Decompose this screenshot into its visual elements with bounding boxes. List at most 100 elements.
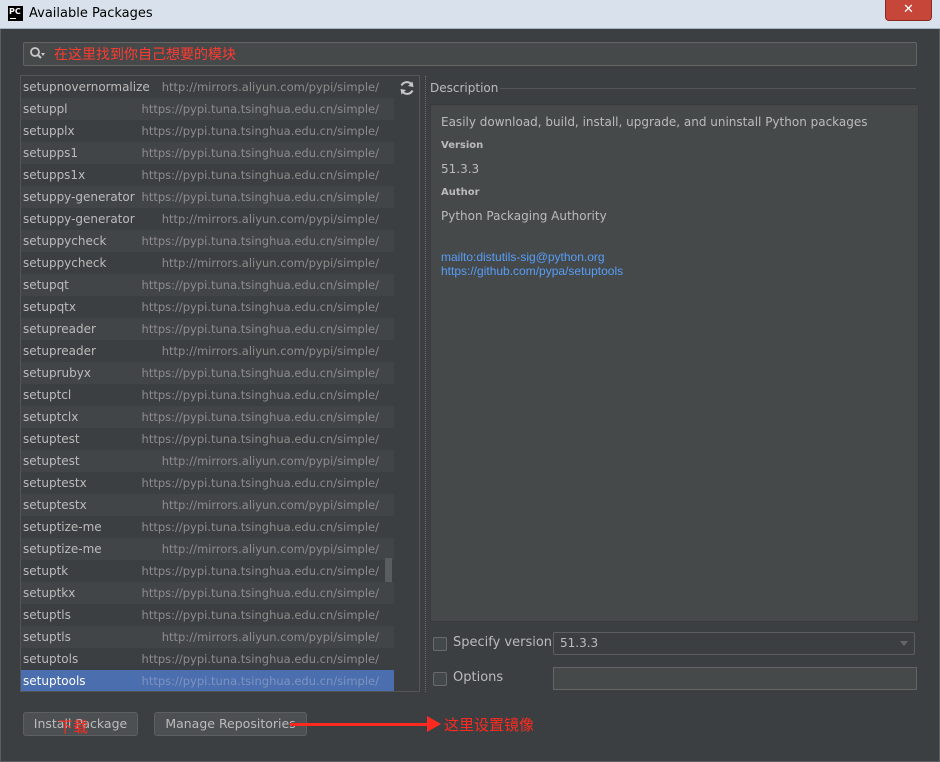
package-repository: https://pypi.tuna.tsinghua.edu.cn/simple… bbox=[141, 410, 379, 424]
package-repository: https://pypi.tuna.tsinghua.edu.cn/simple… bbox=[141, 102, 379, 116]
list-item[interactable]: setupps1 https://pypi.tuna.tsinghua.edu.c… bbox=[21, 142, 394, 164]
version-value: 51.3.3 bbox=[441, 162, 480, 176]
list-item[interactable]: setuprubyx https://pypi.tuna.tsinghua.edu… bbox=[21, 362, 394, 384]
package-repository: https://pypi.tuna.tsinghua.edu.cn/simple… bbox=[141, 432, 379, 446]
package-repository: https://pypi.tuna.tsinghua.edu.cn/simple… bbox=[141, 652, 379, 666]
repository-annotation: 这里设置镜像 bbox=[444, 716, 535, 734]
title-bar: PC Available Packages ✕ bbox=[0, 0, 940, 29]
package-name: setuppycheck bbox=[23, 234, 107, 248]
package-name: setuprubyx bbox=[23, 366, 91, 380]
list-item[interactable]: setuptize-me https://pypi.tuna.tsinghua.e… bbox=[21, 516, 394, 538]
package-repository: https://pypi.tuna.tsinghua.edu.cn/simple… bbox=[141, 300, 379, 314]
package-repository: http://mirrors.aliyun.com/pypi/simple/ bbox=[161, 454, 379, 468]
package-summary: Easily download, build, install, upgrade… bbox=[441, 115, 868, 129]
package-repository: https://pypi.tuna.tsinghua.edu.cn/simple… bbox=[141, 476, 379, 490]
list-item[interactable]: setuptk https://pypi.tuna.tsinghua.edu.cn… bbox=[21, 560, 394, 582]
splitter[interactable] bbox=[425, 76, 426, 692]
list-item[interactable]: setuptclx https://pypi.tuna.tsinghua.edu.… bbox=[21, 406, 394, 428]
package-name: setuptools bbox=[23, 674, 86, 688]
package-repository: http://mirrors.aliyun.com/pypi/simple/ bbox=[161, 80, 379, 94]
package-repository: https://pypi.tuna.tsinghua.edu.cn/simple… bbox=[141, 190, 379, 204]
package-repository: https://pypi.tuna.tsinghua.edu.cn/simple… bbox=[141, 124, 379, 138]
package-name: setupps1x bbox=[23, 168, 86, 182]
chevron-down-icon bbox=[900, 641, 908, 646]
list-item[interactable]: setuppycheck http://mirrors.aliyun.com/py… bbox=[21, 252, 394, 274]
package-name: setuptestx bbox=[23, 476, 87, 490]
list-item[interactable]: setuptest https://pypi.tuna.tsinghua.edu.… bbox=[21, 428, 394, 450]
list-scrollbar-thumb[interactable] bbox=[385, 558, 392, 582]
list-item[interactable]: setuppycheck https://pypi.tuna.tsinghua.e… bbox=[21, 230, 394, 252]
close-button[interactable]: ✕ bbox=[885, 0, 932, 21]
email-link[interactable]: mailto:distutils-sig@python.org bbox=[441, 250, 605, 264]
window-title: Available Packages bbox=[29, 6, 153, 21]
author-value: Python Packaging Authority bbox=[441, 209, 607, 223]
list-item[interactable]: setupreader http://mirrors.aliyun.com/pyp… bbox=[21, 340, 394, 362]
specify-version-checkbox[interactable] bbox=[433, 637, 447, 651]
package-name: setuptize-me bbox=[23, 520, 102, 534]
package-repository: https://pypi.tuna.tsinghua.edu.cn/simple… bbox=[141, 674, 379, 688]
package-name: setuptcl bbox=[23, 388, 72, 402]
list-item[interactable]: setuptkx https://pypi.tuna.tsinghua.edu.c… bbox=[21, 582, 394, 604]
package-repository: https://pypi.tuna.tsinghua.edu.cn/simple… bbox=[141, 322, 379, 336]
list-item[interactable]: setuptols https://pypi.tuna.tsinghua.edu.… bbox=[21, 648, 394, 670]
list-item[interactable]: setuptls http://mirrors.aliyun.com/pypi/s… bbox=[21, 626, 394, 648]
package-name: setuptls bbox=[23, 630, 71, 644]
package-repository: https://pypi.tuna.tsinghua.edu.cn/simple… bbox=[141, 608, 379, 622]
list-item[interactable]: setuppy-generator https://pypi.tuna.tsing… bbox=[21, 186, 394, 208]
list-item[interactable]: setupqt https://pypi.tuna.tsinghua.edu.cn… bbox=[21, 274, 394, 296]
list-item[interactable]: setuppy-generator http://mirrors.aliyun.c… bbox=[21, 208, 394, 230]
list-item[interactable]: setuptestx http://mirrors.aliyun.com/pypi… bbox=[21, 494, 394, 516]
search-input[interactable]: 在这里找到你自己想要的模块 bbox=[54, 44, 236, 64]
pycharm-app-icon: PC bbox=[8, 6, 23, 21]
package-repository: http://mirrors.aliyun.com/pypi/simple/ bbox=[161, 630, 379, 644]
package-name: setuppycheck bbox=[23, 256, 107, 270]
list-item[interactable]: setupplx https://pypi.tuna.tsinghua.edu.c… bbox=[21, 120, 394, 142]
list-item[interactable]: setuptls https://pypi.tuna.tsinghua.edu.c… bbox=[21, 604, 394, 626]
package-repository: https://pypi.tuna.tsinghua.edu.cn/simple… bbox=[141, 366, 379, 380]
homepage-link[interactable]: https://github.com/pypa/setuptools bbox=[441, 264, 623, 278]
package-name: setupps1 bbox=[23, 146, 79, 160]
list-item-selected[interactable]: setuptools https://pypi.tuna.tsinghua.edu… bbox=[21, 670, 394, 692]
version-heading: Version bbox=[441, 140, 484, 151]
search-icon[interactable] bbox=[29, 46, 45, 62]
package-name: setuptest bbox=[23, 432, 80, 446]
package-name: setuptestx bbox=[23, 498, 87, 512]
manage-repositories-button[interactable]: Manage Repositories bbox=[154, 712, 307, 736]
list-item[interactable]: setupps1x https://pypi.tuna.tsinghua.edu.… bbox=[21, 164, 394, 186]
package-repository: https://pypi.tuna.tsinghua.edu.cn/simple… bbox=[141, 234, 379, 248]
annotation-arrow-head bbox=[427, 716, 441, 732]
package-name: setuptk bbox=[23, 564, 69, 578]
refresh-icon[interactable] bbox=[398, 79, 416, 97]
install-annotation: 下载 bbox=[58, 718, 89, 736]
package-repository: http://mirrors.aliyun.com/pypi/simple/ bbox=[161, 212, 379, 226]
package-list[interactable]: setupnovernormalize http://mirrors.aliyun… bbox=[21, 76, 394, 692]
package-name: setuptclx bbox=[23, 410, 79, 424]
package-name: setupplx bbox=[23, 124, 75, 138]
options-checkbox[interactable] bbox=[433, 672, 447, 686]
package-name: setuptols bbox=[23, 652, 79, 666]
list-item[interactable]: setupreader https://pypi.tuna.tsinghua.ed… bbox=[21, 318, 394, 340]
package-name: setuptls bbox=[23, 608, 71, 622]
package-repository: http://mirrors.aliyun.com/pypi/simple/ bbox=[161, 542, 379, 556]
options-input[interactable] bbox=[553, 667, 917, 690]
package-name: setupnovernormalize bbox=[23, 80, 150, 94]
package-repository: http://mirrors.aliyun.com/pypi/simple/ bbox=[161, 498, 379, 512]
package-name: setupreader bbox=[23, 344, 96, 358]
description-separator bbox=[500, 88, 916, 89]
package-repository: https://pypi.tuna.tsinghua.edu.cn/simple… bbox=[141, 586, 379, 600]
package-name: setuptkx bbox=[23, 586, 76, 600]
package-name: setupreader bbox=[23, 322, 96, 336]
options-label: Options bbox=[453, 670, 504, 685]
list-item[interactable]: setupnovernormalize http://mirrors.aliyun… bbox=[21, 76, 394, 98]
list-item[interactable]: setuptize-me http://mirrors.aliyun.com/py… bbox=[21, 538, 394, 560]
list-item[interactable]: setuptest http://mirrors.aliyun.com/pypi/… bbox=[21, 450, 394, 472]
package-name: setupqtx bbox=[23, 300, 76, 314]
version-select[interactable]: 51.3.3 bbox=[553, 632, 915, 655]
author-heading: Author bbox=[441, 187, 480, 198]
search-field[interactable]: 在这里找到你自己想要的模块 bbox=[23, 42, 917, 66]
list-item[interactable]: setuptestx https://pypi.tuna.tsinghua.edu… bbox=[21, 472, 394, 494]
package-name: setuppl bbox=[23, 102, 68, 116]
list-item[interactable]: setuptcl https://pypi.tuna.tsinghua.edu.c… bbox=[21, 384, 394, 406]
list-item[interactable]: setuppl https://pypi.tuna.tsinghua.edu.cn… bbox=[21, 98, 394, 120]
list-item[interactable]: setupqtx https://pypi.tuna.tsinghua.edu.c… bbox=[21, 296, 394, 318]
